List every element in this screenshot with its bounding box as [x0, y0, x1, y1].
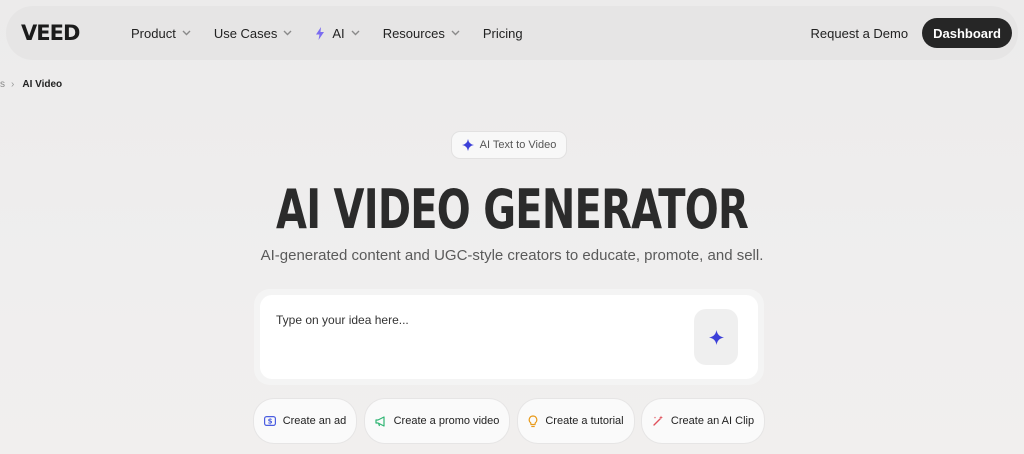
page-title: AI VIDEO GENERATOR	[276, 178, 749, 241]
breadcrumb-separator: ›	[11, 79, 15, 90]
chip-create-promo[interactable]: Create a promo video	[365, 399, 509, 443]
logo-text: VEED	[21, 23, 80, 43]
request-demo-link[interactable]: Request a Demo	[811, 26, 909, 41]
chip-label: Create an ad	[282, 415, 347, 427]
nav-pricing[interactable]: Pricing	[483, 6, 523, 60]
chip-label: Create an AI Clip	[670, 415, 755, 427]
nav-pricing-label: Pricing	[482, 25, 523, 41]
nav-use-cases[interactable]: Use Cases	[214, 6, 293, 60]
chip-create-ai-clip[interactable]: Create an AI Clip	[642, 399, 764, 443]
nav-product[interactable]: Product	[131, 6, 191, 60]
veed-logo[interactable]: VEED	[21, 21, 111, 45]
prompt-card	[254, 289, 764, 385]
dollar-icon: $	[263, 416, 276, 426]
chip-label: Create a promo video	[393, 415, 500, 427]
chip-create-tutorial[interactable]: Create a tutorial	[518, 399, 634, 443]
nav-resources-label: Resources	[382, 25, 445, 41]
svg-text:$: $	[267, 418, 272, 426]
page-subtitle: AI-generated content and UGC-style creat…	[260, 247, 764, 264]
nav-ai[interactable]: AI	[315, 6, 360, 60]
generate-button[interactable]	[694, 309, 738, 365]
megaphone-icon	[375, 415, 387, 427]
breadcrumb-current: AI Video	[22, 79, 63, 90]
chevron-down-icon	[451, 30, 460, 36]
dashboard-button[interactable]: Dashboard	[922, 18, 1012, 48]
nav-resources[interactable]: Resources	[383, 6, 460, 60]
sparkle-icon	[708, 329, 724, 345]
chip-create-ad[interactable]: $ Create an ad	[254, 399, 356, 443]
breadcrumb-parent[interactable]: s	[0, 79, 5, 90]
top-navbar: VEED Product Use Cases AI Resources Pric…	[6, 6, 1018, 60]
badge-label: AI Text to Video	[479, 139, 557, 151]
chevron-down-icon	[351, 30, 360, 36]
lightning-icon	[315, 26, 325, 40]
nav-use-cases-label: Use Cases	[213, 25, 278, 41]
idea-input[interactable]	[276, 313, 676, 327]
chevron-down-icon	[283, 30, 292, 36]
ai-text-to-video-badge[interactable]: AI Text to Video	[452, 132, 566, 158]
lightbulb-icon	[528, 414, 538, 428]
main-menu: Product Use Cases AI Resources Pricing	[131, 6, 546, 60]
prompt-box	[260, 295, 758, 379]
magic-wand-icon	[652, 415, 664, 427]
chip-label: Create a tutorial	[545, 415, 624, 427]
nav-ai-label: AI	[332, 25, 345, 41]
sparkle-icon	[461, 139, 474, 151]
nav-actions: Request a Demo Dashboard	[811, 18, 1012, 48]
nav-product-label: Product	[131, 25, 176, 41]
chevron-down-icon	[182, 30, 191, 36]
breadcrumb: s › AI Video	[0, 79, 62, 90]
